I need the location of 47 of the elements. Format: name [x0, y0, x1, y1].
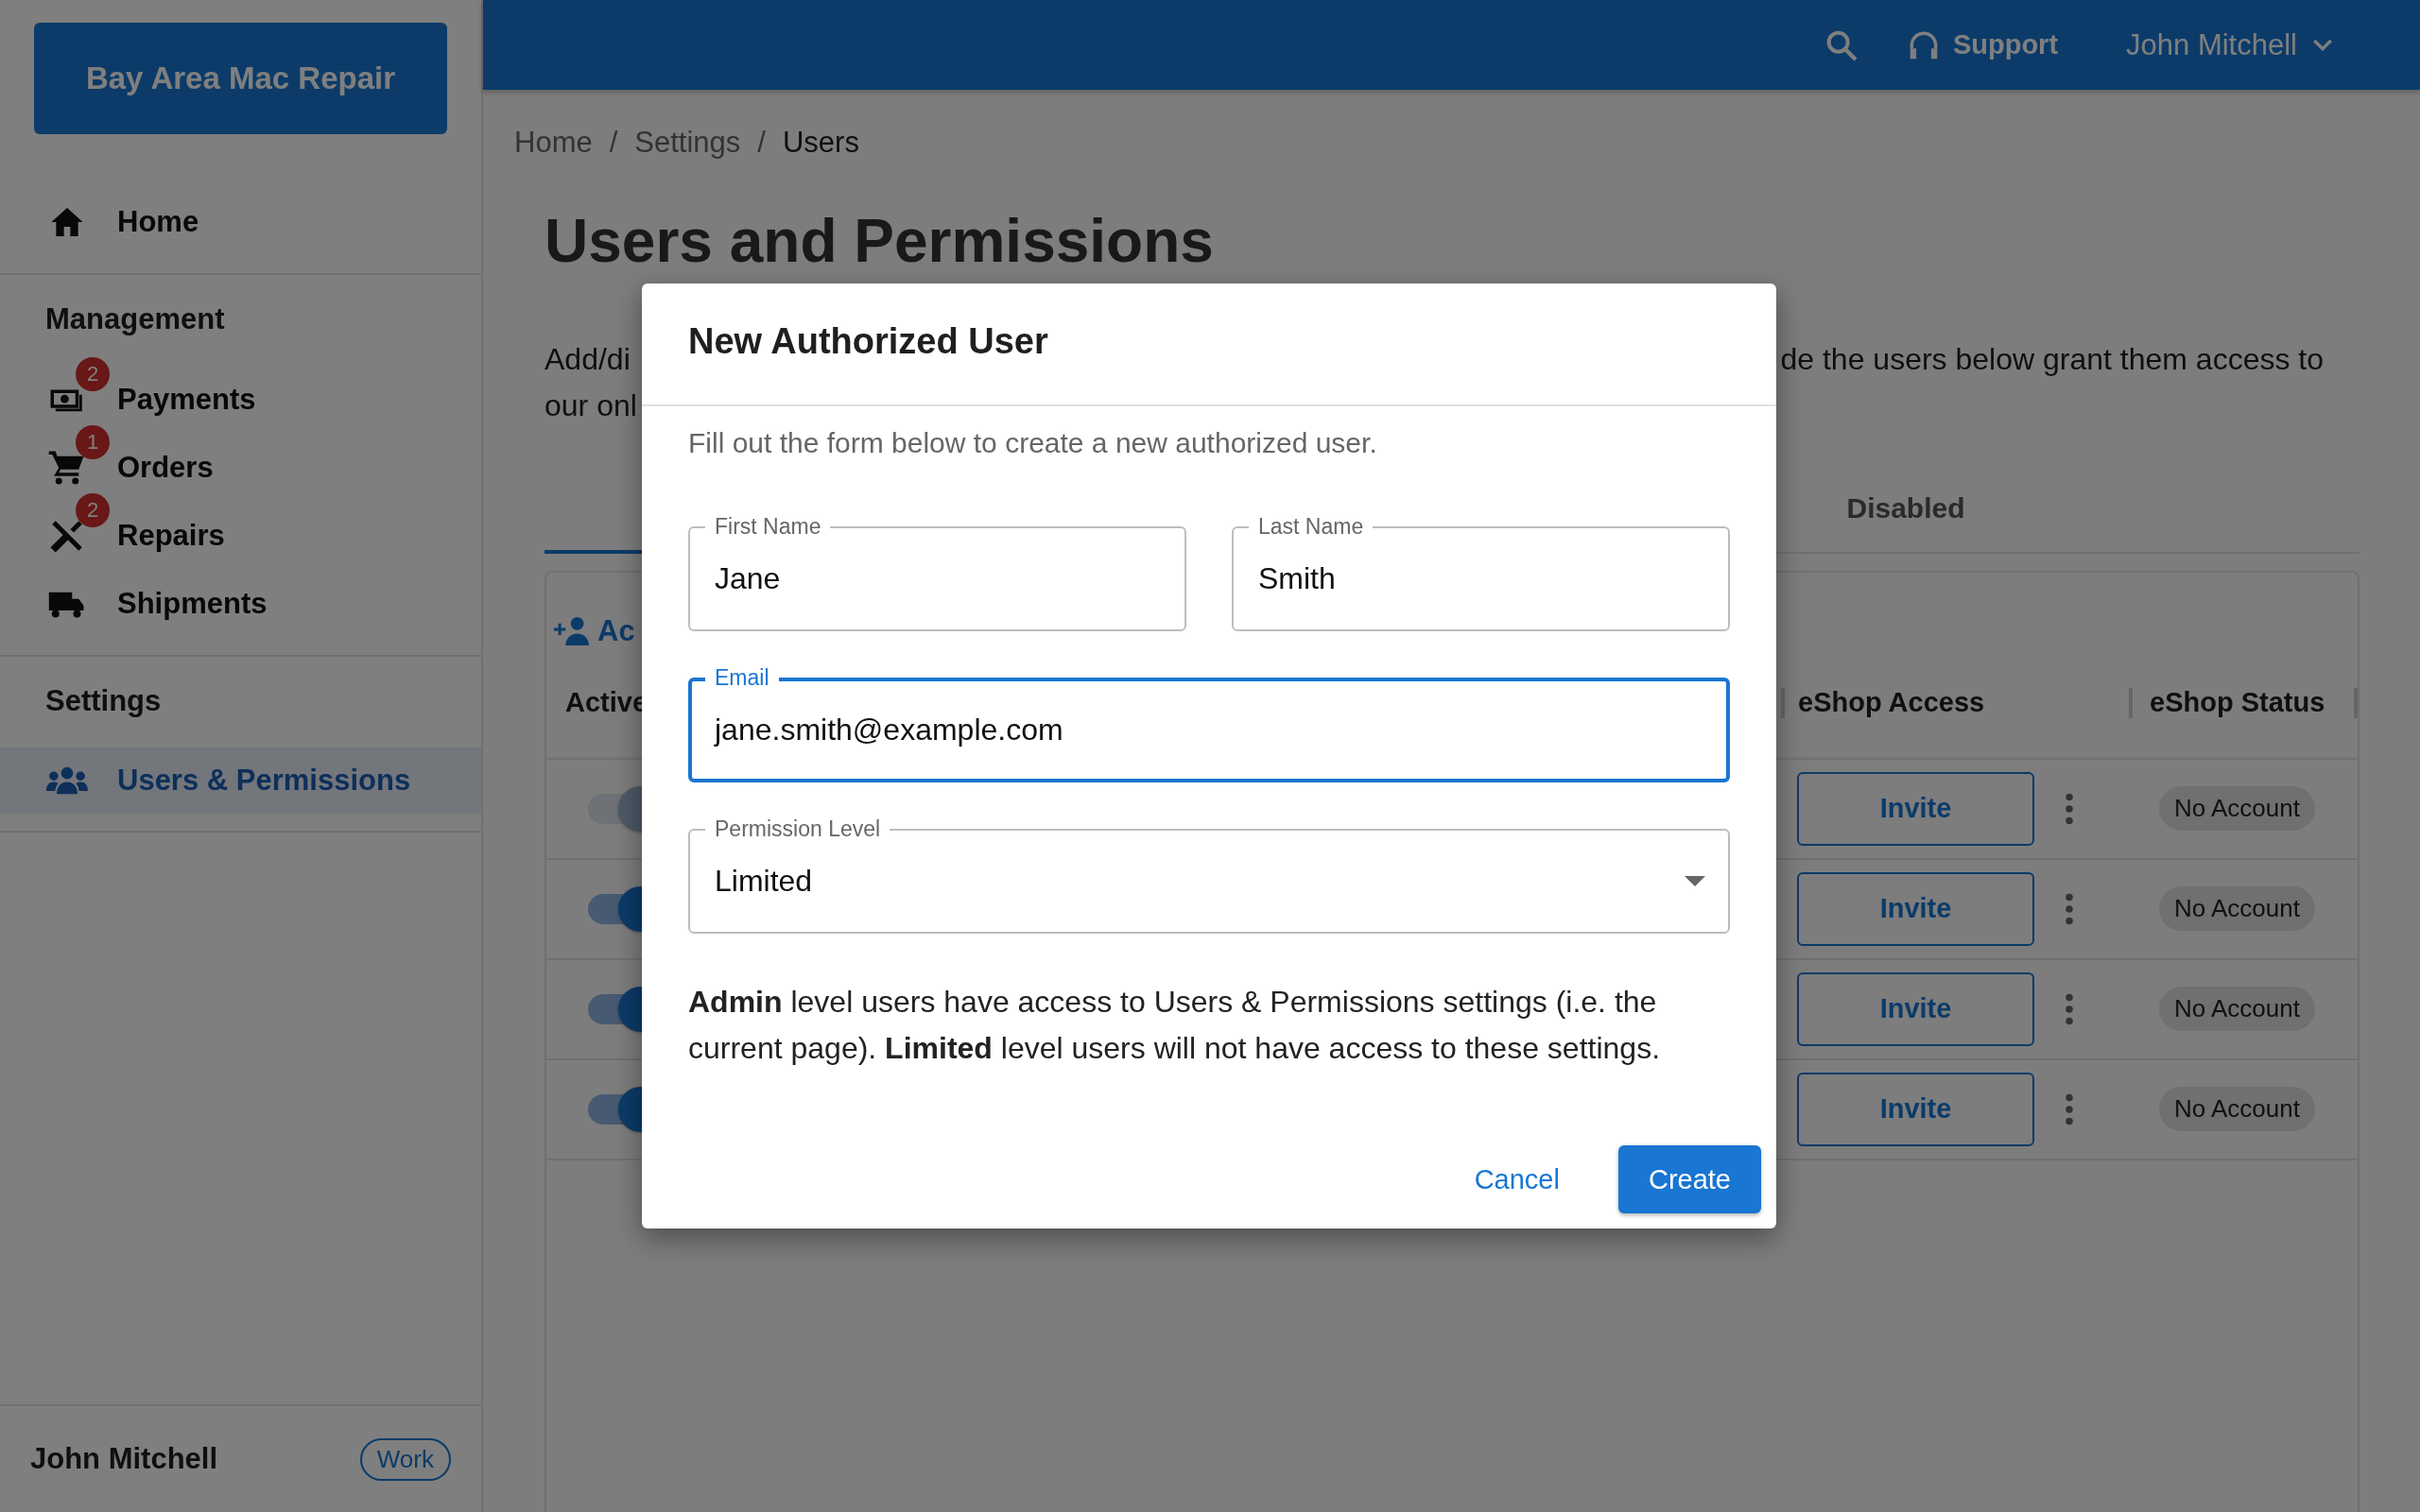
dialog-subtitle: Fill out the form below to create a new authorized user.	[688, 427, 1378, 459]
user-name: John Mitchell	[30, 1442, 218, 1476]
column-header: eShop Status	[2150, 687, 2325, 719]
description-text: Add/di	[544, 340, 631, 378]
caret-icon	[1685, 876, 1705, 886]
cancel-button[interactable]: Cancel	[1443, 1145, 1590, 1213]
invite-button[interactable]: Invite	[1797, 971, 2034, 1046]
users-icon	[46, 765, 88, 796]
add-person-icon	[554, 616, 592, 646]
sidebar-item[interactable]: Home	[0, 188, 481, 256]
help-text: Admin level users have access to Users & Permissions settings (i.e. the current page). Limited level users will not have access to these settings.	[688, 984, 1661, 1067]
section-heading: Settings	[44, 683, 163, 719]
breadcrumb-separator: /	[609, 126, 618, 160]
add-user-button[interactable]: Ac	[550, 613, 639, 648]
sidebar-item[interactable]: Users & Permissions	[0, 747, 481, 814]
status-chip: No Account	[2159, 786, 2315, 832]
breadcrumb-separator: /	[757, 126, 766, 160]
more-icon[interactable]	[2065, 792, 2074, 825]
status-chip: No Account	[2159, 1087, 2315, 1132]
sidebar-item[interactable]: Shipments	[0, 570, 481, 638]
description-text: our onl	[544, 387, 637, 424]
more-icon[interactable]	[2065, 992, 2074, 1025]
create-button[interactable]: Create	[1617, 1145, 1761, 1213]
invite-button[interactable]: Invite	[1797, 1072, 2034, 1146]
breadcrumb-link[interactable]: Home	[514, 126, 593, 160]
count-badge: 1	[76, 425, 110, 459]
input-field[interactable]: Last Name Smith	[1232, 511, 1730, 631]
breadcrumb-link[interactable]: Settings	[634, 126, 741, 160]
description-text: de the users below grant them access to	[1780, 340, 2324, 378]
select-field[interactable]: Permission Level Limited	[688, 814, 1730, 934]
count-badge: 2	[76, 493, 110, 527]
dialog-title: New Authorized User	[642, 284, 1776, 406]
support-button[interactable]: Support	[1905, 26, 2059, 63]
input-field[interactable]: Email jane.smith@example.com	[688, 662, 1730, 782]
status-chip: No Account	[2159, 886, 2315, 932]
more-icon[interactable]	[2065, 1092, 2074, 1125]
invite-button[interactable]: Invite	[1797, 871, 2034, 946]
status-chip: No Account	[2159, 987, 2315, 1032]
more-icon[interactable]	[2065, 892, 2074, 925]
section-heading: Management	[44, 301, 226, 337]
count-badge: 2	[76, 357, 110, 391]
input-field[interactable]: First Name Jane	[688, 511, 1186, 631]
page-title: Users and Permissions	[544, 206, 1215, 277]
logo[interactable]: Bay Area Mac Repair	[34, 23, 447, 134]
workspace-tag: Work	[359, 1437, 451, 1481]
user-menu[interactable]: John Mitchell	[2126, 27, 2337, 62]
column-header: eShop Access	[1798, 687, 1985, 719]
